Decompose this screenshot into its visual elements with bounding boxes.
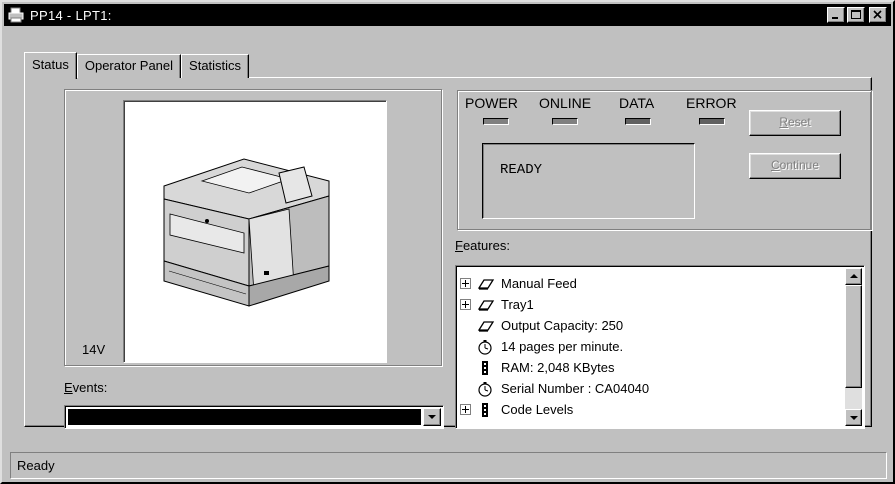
stopwatch-icon: [477, 381, 495, 397]
paper-tray-icon: [477, 276, 495, 292]
expand-icon[interactable]: [460, 278, 471, 289]
chevron-down-icon: [850, 416, 858, 420]
online-label: ONLINE: [539, 95, 592, 111]
events-label: Events:: [64, 380, 107, 395]
feature-tray1[interactable]: Tray1: [460, 294, 649, 315]
features-scrollbar[interactable]: [845, 268, 862, 426]
scroll-down-button[interactable]: [845, 409, 862, 426]
reset-button[interactable]: Reset: [749, 110, 841, 136]
window-title: PP14 - LPT1:: [30, 7, 112, 23]
feature-pages-per-minute[interactable]: 14 pages per minute.: [460, 336, 649, 357]
paper-tray-icon: [477, 297, 495, 313]
continue-label: ontinue: [779, 158, 820, 172]
maximize-icon: [851, 10, 861, 19]
laser-printer-illustration: [163, 158, 330, 307]
printer-icon: [8, 7, 24, 23]
error-indicator-light: [699, 118, 725, 125]
feature-label: Output Capacity: 250: [501, 318, 624, 333]
data-label: DATA: [619, 95, 655, 111]
features-label-rest: eatures:: [462, 238, 510, 253]
events-dropdown-button[interactable]: [423, 408, 441, 426]
continue-accel: C: [770, 158, 780, 172]
error-label: ERROR: [686, 95, 737, 111]
expand-icon[interactable]: [460, 299, 471, 310]
display-text: READY: [500, 162, 543, 178]
events-selected-value: [68, 409, 421, 425]
title-bar[interactable]: PP14 - LPT1:: [4, 4, 891, 26]
reset-accel: R: [779, 115, 788, 129]
expand-icon[interactable]: [460, 404, 471, 415]
feature-serial-number[interactable]: Serial Number : CA04040: [460, 378, 649, 399]
memory-chip-icon: [477, 402, 495, 418]
minimize-button[interactable]: [827, 7, 845, 23]
features-list: Manual Feed Tray1 Output Capacity: 250 1…: [460, 273, 649, 420]
close-button[interactable]: [869, 7, 887, 23]
printer-image: [123, 100, 387, 363]
status-bar: Ready: [10, 452, 887, 479]
tab-statistics[interactable]: Statistics: [181, 54, 250, 78]
printer-status-window: PP14 - LPT1: Status Operator Panel Stati…: [0, 0, 895, 484]
paper-tray-icon: [477, 318, 495, 334]
minimize-icon: [832, 17, 838, 19]
chevron-up-icon: [850, 274, 858, 278]
feature-label: Serial Number : CA04040: [501, 381, 650, 396]
feature-label: Code Levels: [501, 402, 574, 417]
status-text: Ready: [17, 458, 55, 473]
feature-code-levels[interactable]: Code Levels: [460, 399, 649, 420]
chevron-down-icon: [428, 415, 436, 419]
feature-label: 14 pages per minute.: [501, 339, 624, 354]
features-tree[interactable]: Manual Feed Tray1 Output Capacity: 250 1…: [455, 265, 865, 429]
data-indicator-light: [625, 118, 651, 125]
features-label-accel: F: [455, 238, 463, 253]
model-label: 14V: [82, 342, 106, 357]
features-label: Features:: [455, 238, 510, 253]
events-dropdown[interactable]: [64, 405, 444, 429]
reset-label: eset: [787, 115, 811, 129]
continue-button[interactable]: Continue: [749, 153, 841, 179]
feature-label: Tray1: [501, 297, 534, 312]
scroll-up-button[interactable]: [845, 268, 862, 285]
tab-operator-panel[interactable]: Operator Panel: [76, 54, 182, 78]
feature-manual-feed[interactable]: Manual Feed: [460, 273, 649, 294]
power-indicator-light: [483, 118, 509, 125]
online-indicator-light: [552, 118, 578, 125]
close-icon: [873, 10, 882, 19]
maximize-button[interactable]: [847, 7, 865, 23]
scroll-thumb[interactable]: [845, 285, 862, 388]
printer-display: READY: [482, 143, 695, 219]
events-label-rest: vents:: [72, 380, 108, 395]
caption-buttons: [827, 7, 887, 23]
tab-status[interactable]: Status: [24, 52, 77, 79]
feature-label: RAM: 2,048 KBytes: [501, 360, 615, 375]
feature-ram[interactable]: RAM: 2,048 KBytes: [460, 357, 649, 378]
memory-chip-icon: [477, 360, 495, 376]
stopwatch-icon: [477, 339, 495, 355]
tab-strip: Status Operator Panel Statistics: [24, 52, 250, 79]
feature-label: Manual Feed: [501, 276, 577, 291]
feature-output-capacity[interactable]: Output Capacity: 250: [460, 315, 649, 336]
power-label: POWER: [465, 95, 518, 111]
events-label-accel: E: [64, 380, 73, 395]
